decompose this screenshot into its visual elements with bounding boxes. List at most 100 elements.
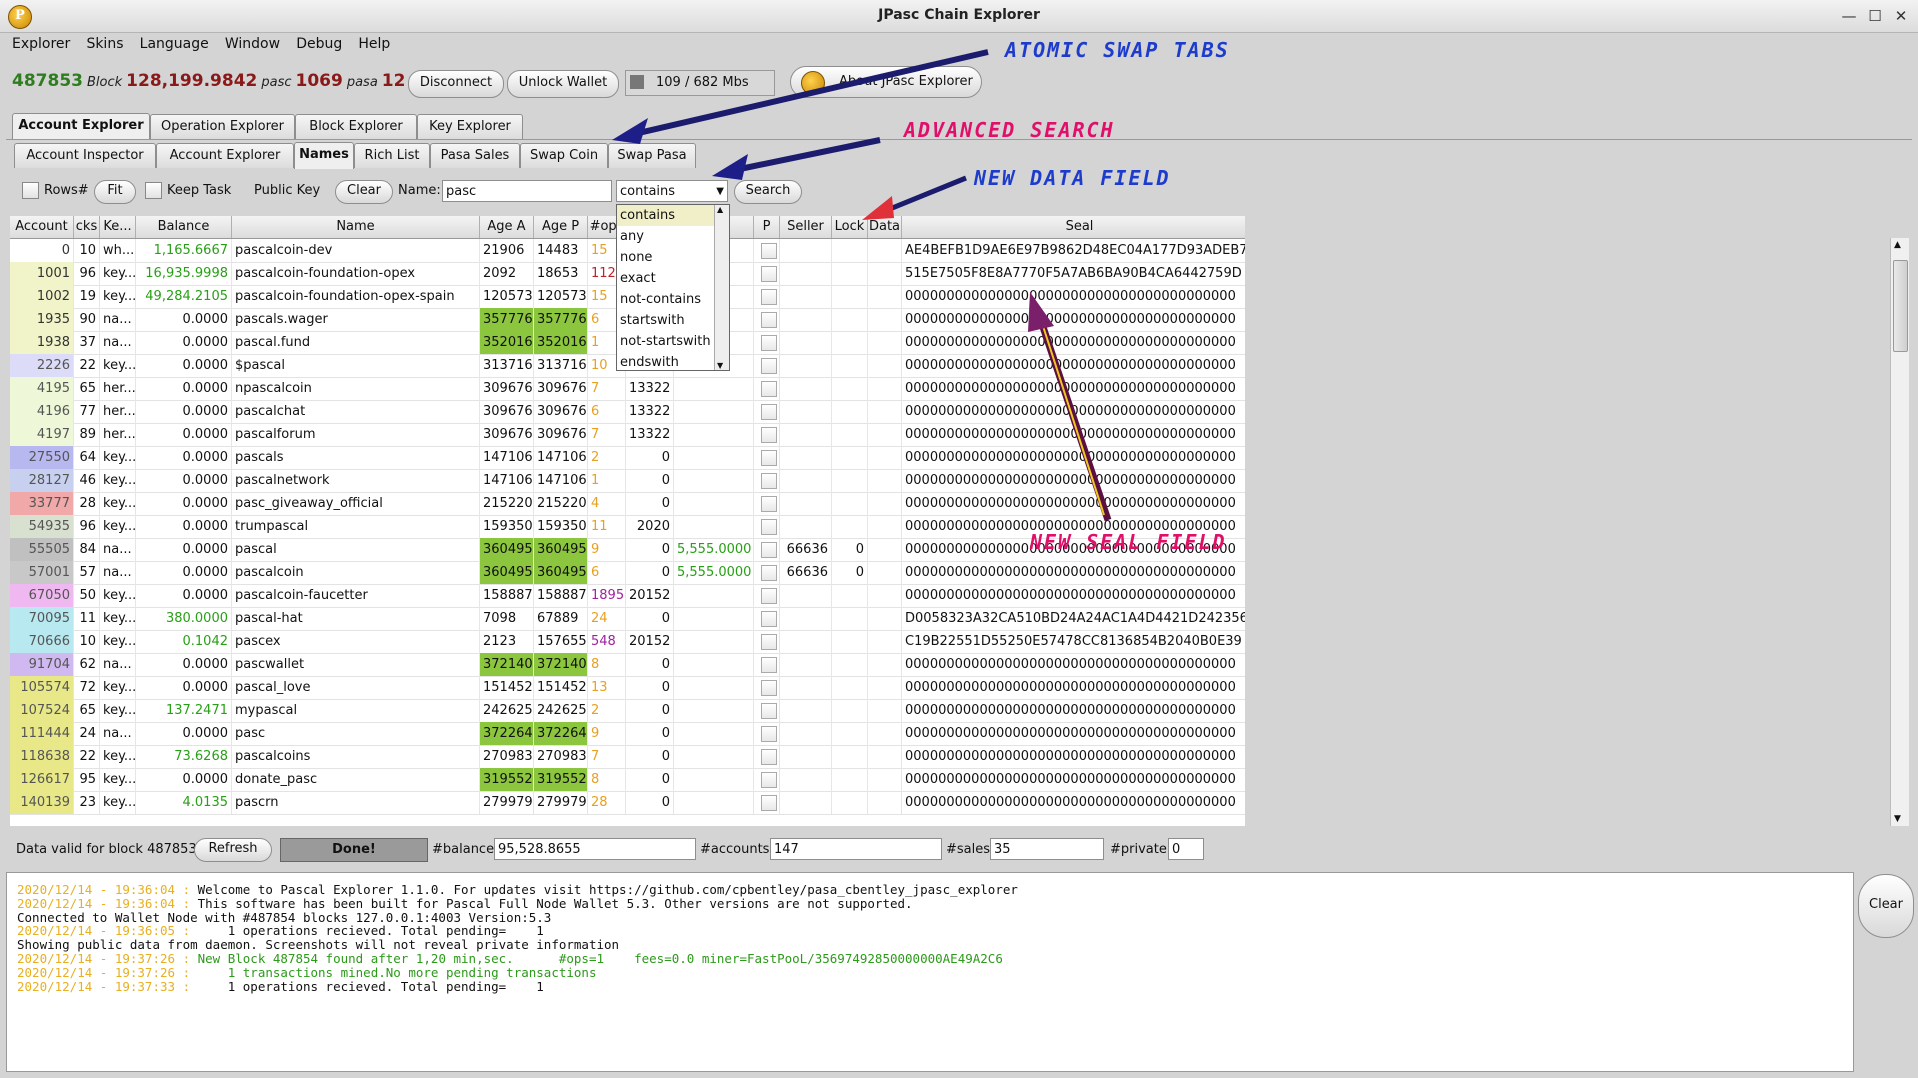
table-row[interactable]: 27550 64 key... 0.0000 pascals 147106 147106 2 0… — [10, 446, 1245, 470]
subtab-names[interactable]: Names — [294, 142, 354, 169]
scrollbar-thumb[interactable] — [1893, 260, 1908, 352]
tab-block-explorer[interactable]: Block Explorer — [295, 114, 417, 139]
menu-debug[interactable]: Debug — [296, 33, 342, 52]
subtab-swap-coin[interactable]: Swap Coin — [520, 143, 608, 168]
private-checkbox[interactable] — [761, 680, 777, 696]
menu-skins[interactable]: Skins — [86, 33, 123, 52]
option-endswith[interactable]: endswith — [617, 352, 729, 373]
keep-task-checkbox[interactable] — [145, 182, 162, 199]
subtab-rich-list[interactable]: Rich List — [354, 143, 430, 168]
rows-checkbox[interactable] — [22, 182, 39, 199]
col-cks[interactable]: cks — [74, 216, 100, 238]
col-age-a[interactable]: Age A — [480, 216, 534, 238]
subtab-account-inspector[interactable]: Account Inspector — [14, 143, 156, 168]
option-any[interactable]: any — [617, 226, 729, 247]
table-scrollbar[interactable]: ▲ ▼ — [1890, 238, 1909, 826]
maximize-icon[interactable]: ☐ — [1864, 6, 1886, 26]
private-checkbox[interactable] — [761, 588, 777, 604]
col-private[interactable]: P — [754, 216, 780, 238]
private-checkbox[interactable] — [761, 473, 777, 489]
private-checkbox[interactable] — [761, 726, 777, 742]
table-row[interactable]: 4195 65 her... 0.0000 npascalcoin 309676 30967… — [10, 377, 1245, 401]
tab-operation-explorer[interactable]: Operation Explorer — [150, 114, 295, 139]
menu-help[interactable]: Help — [358, 33, 390, 52]
fit-button[interactable]: Fit — [94, 180, 136, 204]
about-button[interactable]: About JPasc Explorer — [790, 66, 982, 98]
col-key[interactable]: Ke... — [100, 216, 136, 238]
name-input[interactable]: pasc — [442, 180, 612, 202]
table-row[interactable]: 118638 22 key... 73.6268 pascalcoins 270983 27… — [10, 745, 1245, 769]
table-row[interactable]: 140139 23 key... 4.0135 pascrn 279979 279979 28… — [10, 791, 1245, 815]
col-name[interactable]: Name — [232, 216, 480, 238]
col-age-p[interactable]: Age P — [534, 216, 588, 238]
private-checkbox[interactable] — [761, 634, 777, 650]
private-checkbox[interactable] — [761, 749, 777, 765]
table-row[interactable]: 67050 50 key... 0.0000 pascalcoin-faucetter 1… — [10, 584, 1245, 608]
dropdown-scroll-down-icon[interactable]: ▼ — [717, 361, 723, 370]
table-row[interactable]: 126617 95 key... 0.0000 donate_pasc 319552 319… — [10, 768, 1245, 792]
private-checkbox[interactable] — [761, 450, 777, 466]
private-checkbox[interactable] — [761, 312, 777, 328]
col-data[interactable]: Data — [868, 216, 902, 238]
dropdown-scrollbar[interactable]: ▲ ▼ — [714, 205, 729, 370]
private-checkbox[interactable] — [761, 565, 777, 581]
subtab-account-explorer[interactable]: Account Explorer — [156, 143, 294, 168]
subtab-pasa-sales[interactable]: Pasa Sales — [430, 143, 520, 168]
private-checkbox[interactable] — [761, 611, 777, 627]
table-row[interactable]: 4196 77 her... 0.0000 pascalchat 309676 309676… — [10, 400, 1245, 424]
option-contains[interactable]: contains — [617, 205, 729, 226]
table-row[interactable]: 57001 57 na... 0.0000 pascalcoin 360495 360495… — [10, 561, 1245, 585]
private-checkbox[interactable] — [761, 496, 777, 512]
accounts-field[interactable]: 147 — [770, 838, 942, 860]
option-exact[interactable]: exact — [617, 268, 729, 289]
table-row[interactable]: 28127 46 key... 0.0000 pascalnetwork 147106 14… — [10, 469, 1245, 493]
disconnect-button[interactable]: Disconnect — [408, 70, 504, 98]
table-row[interactable]: 70095 11 key... 380.0000 pascal-hat 7098 67889… — [10, 607, 1245, 631]
private-checkbox[interactable] — [761, 266, 777, 282]
table-row[interactable]: 4197 89 her... 0.0000 pascalforum 309676 30967… — [10, 423, 1245, 447]
balance-field[interactable]: 95,528.8655 — [494, 838, 696, 860]
refresh-button[interactable]: Refresh — [194, 838, 272, 862]
private-checkbox[interactable] — [761, 772, 777, 788]
table-row[interactable]: 111444 24 na... 0.0000 pasc 372264 372264 9 0 000… — [10, 722, 1245, 746]
clear-log-button[interactable]: Clear — [1858, 874, 1914, 938]
unlock-wallet-button[interactable]: Unlock Wallet — [507, 70, 619, 98]
option-not-startswith[interactable]: not-startswith — [617, 331, 729, 352]
dropdown-scroll-up-icon[interactable]: ▲ — [717, 205, 723, 214]
tab-account-explorer[interactable]: Account Explorer — [12, 113, 150, 140]
subtab-swap-pasa[interactable]: Swap Pasa — [608, 143, 696, 168]
option-none[interactable]: none — [617, 247, 729, 268]
search-mode-select[interactable]: contains ▼ — [616, 180, 728, 202]
col-lock[interactable]: Lock — [832, 216, 868, 238]
private-checkbox[interactable] — [761, 542, 777, 558]
table-row[interactable]: 70666 10 key... 0.1042 pascex 2123 157655 548 20… — [10, 630, 1245, 654]
scroll-down-icon[interactable]: ▼ — [1894, 814, 1901, 824]
table-row[interactable]: 105574 72 key... 0.0000 pascal_love 151452 151… — [10, 676, 1245, 700]
private-checkbox[interactable] — [761, 404, 777, 420]
close-icon[interactable]: ✕ — [1890, 6, 1912, 26]
col-seal[interactable]: Seal — [902, 216, 1245, 238]
minimize-icon[interactable]: — — [1838, 6, 1860, 26]
search-button[interactable]: Search — [734, 180, 802, 204]
menu-window[interactable]: Window — [225, 33, 280, 52]
private-checkbox[interactable] — [761, 243, 777, 259]
log-console[interactable]: 2020/12/14 - 19:36:04 : Welcome to Pasca… — [6, 872, 1854, 1072]
sales-field[interactable]: 35 — [990, 838, 1104, 860]
private-checkbox[interactable] — [761, 335, 777, 351]
table-row[interactable]: 107524 65 key... 137.2471 mypascal 242625 2426… — [10, 699, 1245, 723]
private-checkbox[interactable] — [761, 358, 777, 374]
option-startswith[interactable]: startswith — [617, 310, 729, 331]
clear-filter-button[interactable]: Clear — [335, 180, 393, 204]
option-not-contains[interactable]: not-contains — [617, 289, 729, 310]
private-field[interactable]: 0 — [1168, 838, 1204, 860]
menu-explorer[interactable]: Explorer — [12, 33, 70, 52]
private-checkbox[interactable] — [761, 289, 777, 305]
table-row[interactable]: 91704 62 na... 0.0000 pascwallet 372140 372140… — [10, 653, 1245, 677]
private-checkbox[interactable] — [761, 519, 777, 535]
private-checkbox[interactable] — [761, 657, 777, 673]
private-checkbox[interactable] — [761, 703, 777, 719]
private-checkbox[interactable] — [761, 427, 777, 443]
private-checkbox[interactable] — [761, 381, 777, 397]
tab-key-explorer[interactable]: Key Explorer — [417, 114, 523, 139]
table-row[interactable]: 33777 28 key... 0.0000 pasc_giveaway_officia… — [10, 492, 1245, 516]
